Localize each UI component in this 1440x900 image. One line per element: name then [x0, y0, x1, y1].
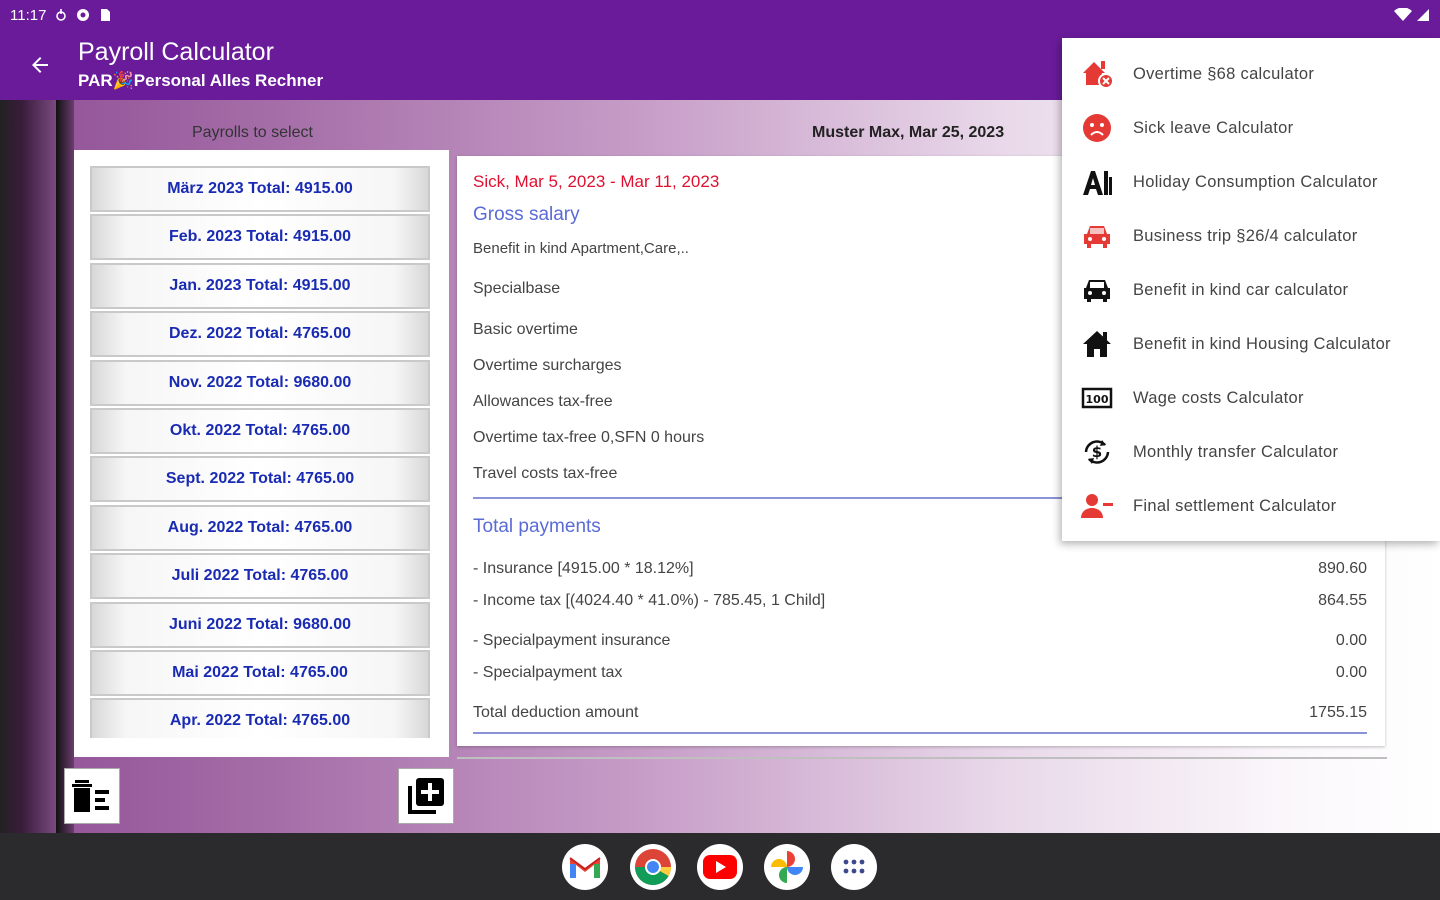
menu-item-money[interactable]: 100 Wage costs Calculator [1062, 371, 1440, 425]
menu-item-sick-face[interactable]: Sick leave Calculator [1062, 101, 1440, 155]
battery-signal-icon [1417, 9, 1429, 21]
home-icon [1080, 327, 1114, 361]
app-subtitle: PAR🎉Personal Alles Rechner [78, 71, 324, 90]
menu-item-label: Wage costs Calculator [1133, 388, 1304, 407]
ai-building-icon [1080, 165, 1114, 199]
person-remove-icon [1080, 489, 1114, 523]
gross-row: Overtime surcharges [473, 357, 622, 374]
payroll-item-button[interactable]: Apr. 2022 Total: 4765.00 [90, 698, 430, 738]
left-shadow-inner [56, 100, 74, 833]
back-arrow-icon[interactable] [24, 48, 56, 80]
svg-text:$: $ [1092, 443, 1102, 461]
sync-icon [56, 9, 67, 21]
gross-row: Basic overtime [473, 321, 578, 338]
gross-row: Overtime tax-free 0,SFN 0 hours [473, 429, 705, 446]
sd-card-icon [101, 9, 111, 21]
gmail-icon[interactable] [562, 844, 608, 890]
wifi-icon [1394, 8, 1412, 21]
status-time: 11:17 [10, 6, 47, 24]
total-deduction-value: 1755.15 [1309, 704, 1367, 721]
menu-item-label: Business trip §26/4 calculator [1133, 226, 1358, 245]
apps-icon[interactable] [831, 844, 877, 890]
deduction-label: - Specialpayment tax [473, 664, 623, 681]
payroll-item-button[interactable]: Jan. 2023 Total: 4915.00 [90, 262, 430, 309]
deduction-value: 0.00 [1335, 632, 1367, 649]
delete-list-icon [72, 780, 109, 812]
menu-item-label: Monthly transfer Calculator [1133, 442, 1339, 461]
payroll-item-button[interactable]: Juli 2022 Total: 4765.00 [90, 553, 430, 600]
total-payments-title: Total payments [473, 516, 601, 537]
total-deduction-label: Total deduction amount [473, 704, 639, 721]
gross-salary-title: Gross salary [473, 204, 580, 225]
calculator-menu: Overtime §68 calculator Sick leave Calcul… [1062, 38, 1440, 541]
system-dock [0, 833, 1440, 900]
payroll-item-button[interactable]: Okt. 2022 Total: 4765.00 [90, 407, 430, 454]
payroll-item-button[interactable]: Aug. 2022 Total: 4765.00 [90, 504, 430, 551]
menu-item-label: Benefit in kind car calculator [1133, 280, 1349, 299]
payroll-item-button[interactable]: Dez. 2022 Total: 4765.00 [90, 311, 430, 358]
app-title: Payroll Calculator [78, 38, 274, 66]
payroll-item-button[interactable]: Feb. 2023 Total: 4915.00 [90, 214, 430, 261]
left-shadow-edge [0, 100, 56, 833]
menu-item-ai-building[interactable]: Holiday Consumption Calculator [1062, 155, 1440, 209]
payroll-item-button[interactable]: Juni 2022 Total: 9680.00 [90, 601, 430, 648]
car-icon [1080, 273, 1114, 307]
payroll-item-button[interactable]: Mai 2022 Total: 4765.00 [90, 649, 430, 696]
payroll-item-button[interactable]: Nov. 2022 Total: 9680.00 [90, 359, 430, 406]
house-alert-icon [1080, 57, 1114, 91]
deduction-label: - Specialpayment insurance [473, 632, 671, 649]
deduction-value: 864.55 [1318, 592, 1367, 609]
menu-item-label: Overtime §68 calculator [1133, 64, 1315, 83]
gross-row: Specialbase [473, 280, 561, 297]
add-payroll-button[interactable] [398, 768, 454, 824]
payroll-item-button[interactable]: März 2023 Total: 4915.00 [90, 166, 430, 212]
status-bar: 11:17 [0, 0, 1440, 30]
menu-item-dollar-cycle[interactable]: $ Monthly transfer Calculator [1062, 425, 1440, 479]
vpn-icon [77, 9, 90, 21]
youtube-icon[interactable] [697, 844, 743, 890]
bottom-divider [457, 757, 1387, 759]
menu-item-label: Sick leave Calculator [1133, 118, 1294, 137]
car-front-icon [1080, 219, 1114, 253]
gross-row: Travel costs tax-free [473, 465, 618, 482]
menu-item-house-alert[interactable]: Overtime §68 calculator [1062, 47, 1440, 101]
money-icon: 100 [1080, 381, 1114, 415]
payroll-list[interactable]: März 2023 Total: 4915.00 Feb. 2023 Total:… [90, 166, 433, 738]
total-divider [473, 732, 1367, 734]
menu-item-label: Holiday Consumption Calculator [1133, 172, 1378, 191]
list-header: Payrolls to select [192, 124, 313, 141]
photos-icon[interactable] [764, 844, 810, 890]
sick-note: Sick, Mar 5, 2023 - Mar 11, 2023 [473, 172, 720, 191]
chrome-icon[interactable] [630, 844, 676, 890]
gross-row: Allowances tax-free [473, 393, 613, 410]
payroll-list-panel: März 2023 Total: 4915.00 Feb. 2023 Total:… [74, 150, 449, 757]
deduction-label: - Income tax [(4024.40 * 41.0%) - 785.45… [473, 592, 826, 609]
deduction-label: - Insurance [4915.00 * 18.12%] [473, 560, 694, 577]
payroll-item-button[interactable]: Sept. 2022 Total: 4765.00 [90, 456, 430, 503]
menu-item-car[interactable]: Benefit in kind car calculator [1062, 263, 1440, 317]
menu-item-person-remove[interactable]: Final settlement Calculator [1062, 479, 1440, 533]
gross-row: Benefit in kind Apartment,Care,.. [473, 240, 689, 257]
deduction-value: 890.60 [1318, 560, 1367, 577]
menu-item-car-front[interactable]: Business trip §26/4 calculator [1062, 209, 1440, 263]
deduction-value: 0.00 [1335, 664, 1367, 681]
menu-item-label: Final settlement Calculator [1133, 496, 1337, 515]
add-box-icon [408, 778, 444, 814]
sick-face-icon [1080, 111, 1114, 145]
menu-item-home[interactable]: Benefit in kind Housing Calculator [1062, 317, 1440, 371]
svg-text:100: 100 [1086, 393, 1109, 406]
delete-payroll-button[interactable] [64, 768, 120, 824]
dollar-cycle-icon: $ [1080, 435, 1114, 469]
menu-item-label: Benefit in kind Housing Calculator [1133, 334, 1391, 353]
detail-header: Muster Max, Mar 25, 2023 [812, 124, 1005, 141]
